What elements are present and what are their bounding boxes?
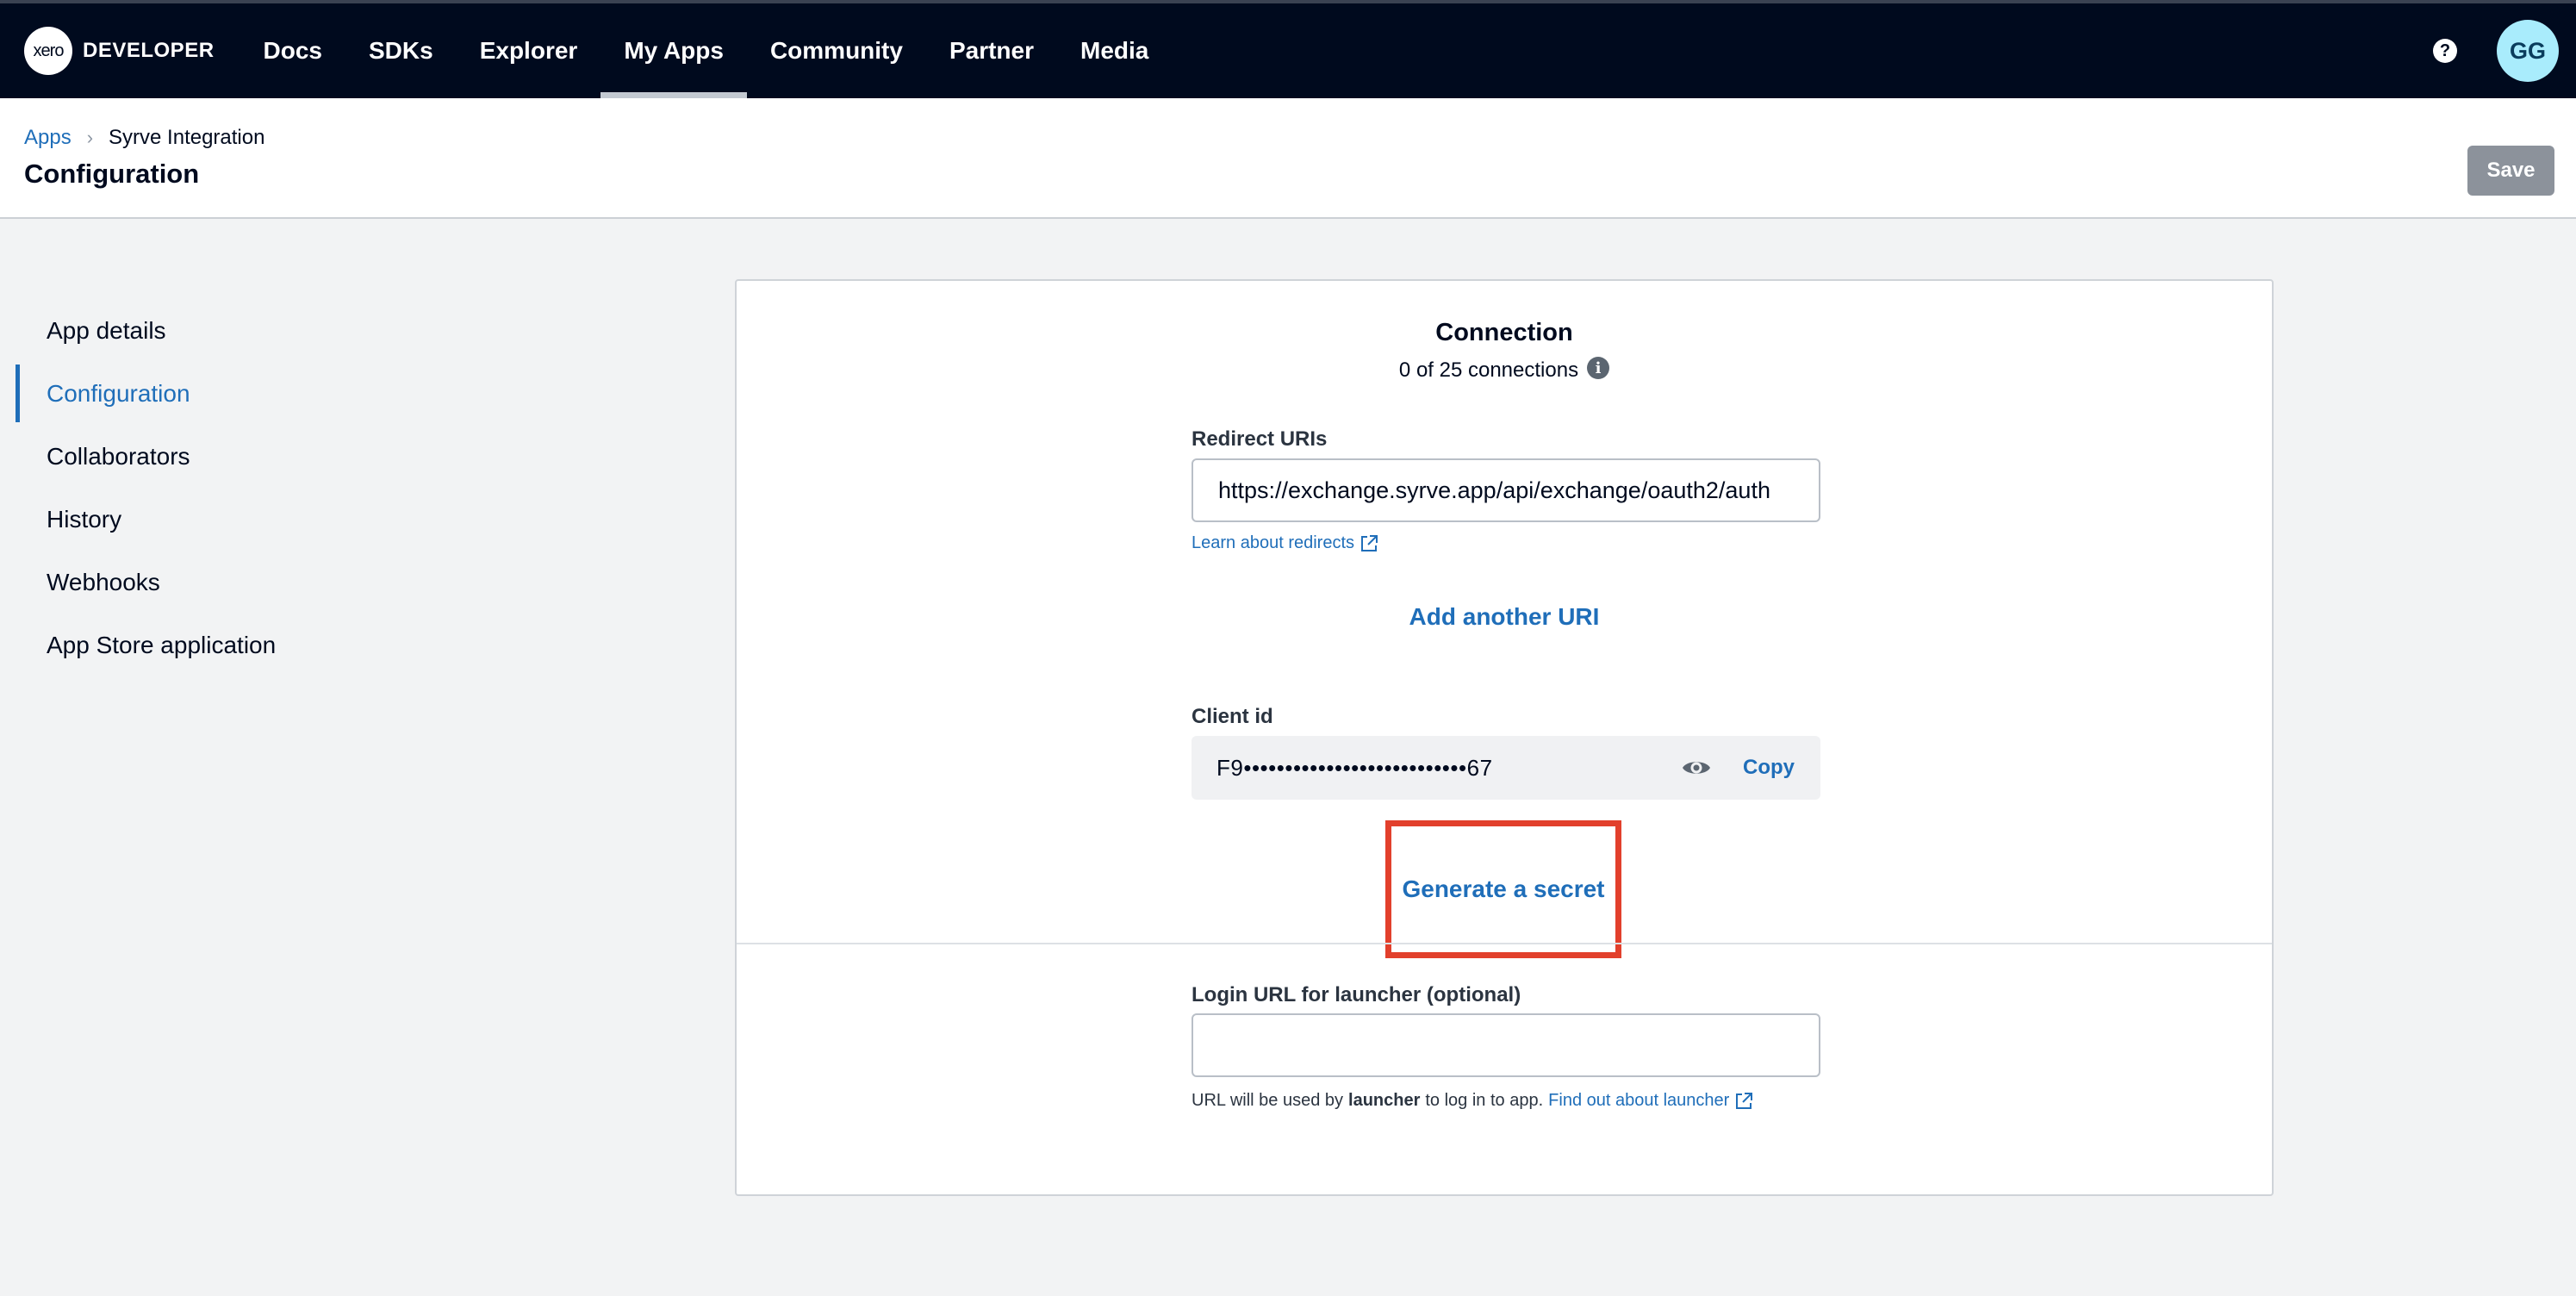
nav-item-community[interactable]: Community	[747, 3, 926, 98]
nav-items: Docs SDKs Explorer My Apps Community Par…	[240, 3, 1173, 98]
learn-about-redirects-link[interactable]: Learn about redirects	[1192, 533, 1378, 553]
info-icon[interactable]: i	[1587, 357, 1610, 379]
redirect-uris-label: Redirect URIs	[1192, 427, 1328, 451]
breadcrumb-current: Syrve Integration	[109, 126, 265, 149]
avatar[interactable]: GG	[2497, 20, 2559, 82]
chevron-right-icon: ›	[86, 127, 94, 148]
sidebar-item-app-details[interactable]: App details	[0, 299, 345, 362]
help-prefix: URL will be used by	[1192, 1091, 1344, 1110]
sidebar-item-app-store-application[interactable]: App Store application	[0, 614, 345, 676]
login-url-help-text: URL will be used by launcher to log in t…	[1192, 1091, 1753, 1111]
client-id-label: Client id	[1192, 705, 1273, 728]
sidebar: App details Configuration Collaborators …	[0, 299, 345, 676]
eye-icon[interactable]	[1681, 757, 1712, 778]
learn-about-redirects-text: Learn about redirects	[1192, 533, 1355, 552]
nav-item-media[interactable]: Media	[1057, 3, 1172, 98]
save-button[interactable]: Save	[2467, 146, 2554, 196]
nav-item-partner[interactable]: Partner	[926, 3, 1057, 98]
brand[interactable]: xero DEVELOPER	[24, 3, 215, 98]
add-another-uri-button[interactable]: Add another URI	[737, 603, 2272, 631]
nav-item-sdks[interactable]: SDKs	[345, 3, 457, 98]
highlight-box	[1385, 820, 1621, 958]
sidebar-item-webhooks[interactable]: Webhooks	[0, 551, 345, 614]
section-title: Connection	[1435, 319, 1573, 346]
sidebar-item-collaborators[interactable]: Collaborators	[0, 425, 345, 488]
nav-right: ? GG	[2433, 3, 2576, 98]
find-out-about-launcher-text: Find out about launcher	[1548, 1091, 1730, 1110]
connection-count: 0 of 25 connections i	[737, 357, 2272, 383]
login-url-input[interactable]	[1192, 1013, 1820, 1077]
connection-count-text: 0 of 25 connections	[1398, 358, 1579, 382]
connection-card: Connection 0 of 25 connections i Redirec…	[735, 279, 2274, 1196]
sidebar-item-configuration[interactable]: Configuration	[0, 362, 345, 425]
external-link-icon	[1360, 534, 1378, 553]
nav-item-docs[interactable]: Docs	[240, 3, 345, 98]
client-id-field: F9•••••••••••••••••••••••••••67 Copy	[1192, 736, 1820, 800]
help-bold: launcher	[1348, 1091, 1421, 1110]
xero-logo[interactable]: xero	[24, 27, 72, 75]
top-navigation: xero DEVELOPER Docs SDKs Explorer My App…	[0, 0, 2576, 98]
find-out-about-launcher-link[interactable]: Find out about launcher	[1548, 1091, 1753, 1111]
redirect-uri-input[interactable]	[1192, 458, 1820, 522]
sidebar-item-history[interactable]: History	[0, 488, 345, 551]
external-link-icon	[1734, 1092, 1753, 1111]
page-header: Apps › Syrve Integration Configuration S…	[0, 98, 2576, 219]
nav-item-my-apps[interactable]: My Apps	[600, 3, 747, 98]
brand-text[interactable]: DEVELOPER	[83, 39, 215, 63]
help-suffix: to log in to app.	[1425, 1091, 1544, 1110]
client-id-value: F9•••••••••••••••••••••••••••67	[1216, 754, 1493, 781]
login-url-label: Login URL for launcher (optional)	[1192, 983, 1521, 1006]
copy-button[interactable]: Copy	[1743, 756, 1795, 780]
breadcrumb-apps-link[interactable]: Apps	[24, 126, 72, 150]
nav-item-explorer[interactable]: Explorer	[457, 3, 601, 98]
page-title: Configuration	[24, 159, 200, 189]
help-icon[interactable]: ?	[2433, 39, 2457, 63]
divider	[737, 943, 2272, 944]
breadcrumb: Apps › Syrve Integration	[24, 126, 264, 150]
